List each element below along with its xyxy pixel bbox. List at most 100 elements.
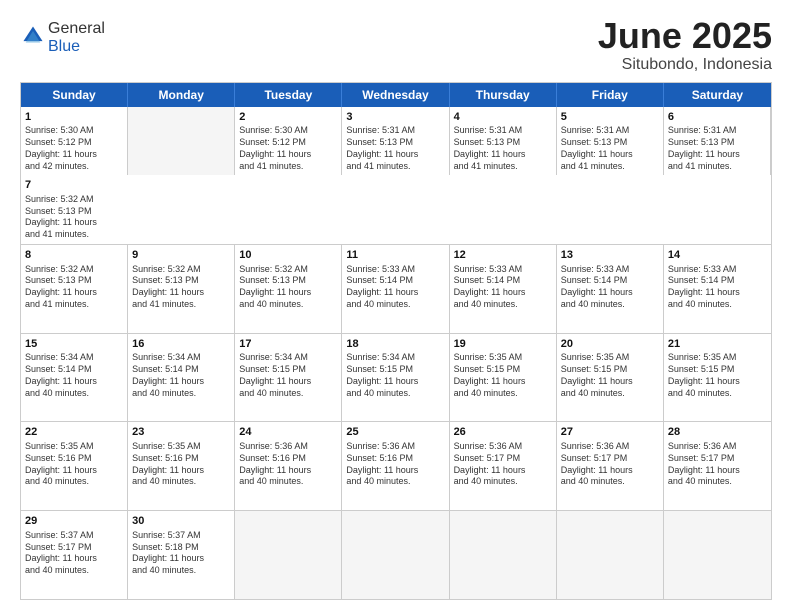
calendar-cell bbox=[450, 511, 557, 599]
calendar-cell: 25Sunrise: 5:36 AMSunset: 5:16 PMDayligh… bbox=[342, 422, 449, 510]
cell-day-info: Sunrise: 5:30 AMSunset: 5:12 PMDaylight:… bbox=[239, 125, 337, 172]
cell-day-info: Sunrise: 5:31 AMSunset: 5:13 PMDaylight:… bbox=[454, 125, 552, 172]
cell-day-number: 24 bbox=[239, 425, 337, 440]
cell-day-number: 15 bbox=[25, 337, 123, 352]
cell-day-info: Sunrise: 5:35 AMSunset: 5:15 PMDaylight:… bbox=[561, 352, 659, 399]
header-day-thursday: Thursday bbox=[450, 83, 557, 107]
cell-day-number: 21 bbox=[668, 337, 767, 352]
calendar-cell: 7Sunrise: 5:32 AMSunset: 5:13 PMDaylight… bbox=[21, 175, 128, 244]
cell-day-number: 22 bbox=[25, 425, 123, 440]
title-location: Situbondo, Indonesia bbox=[598, 56, 772, 74]
calendar-cell bbox=[557, 511, 664, 599]
calendar-cell: 8Sunrise: 5:32 AMSunset: 5:13 PMDaylight… bbox=[21, 245, 128, 333]
calendar-cell: 5Sunrise: 5:31 AMSunset: 5:13 PMDaylight… bbox=[557, 107, 664, 176]
calendar-cell: 19Sunrise: 5:35 AMSunset: 5:15 PMDayligh… bbox=[450, 334, 557, 422]
calendar-cell: 3Sunrise: 5:31 AMSunset: 5:13 PMDaylight… bbox=[342, 107, 449, 176]
cell-day-number: 5 bbox=[561, 110, 659, 125]
cell-day-info: Sunrise: 5:31 AMSunset: 5:13 PMDaylight:… bbox=[346, 125, 444, 172]
cell-day-number: 23 bbox=[132, 425, 230, 440]
calendar-row: 22Sunrise: 5:35 AMSunset: 5:16 PMDayligh… bbox=[21, 421, 771, 510]
cell-day-number: 11 bbox=[346, 248, 444, 263]
calendar-page: General Blue June 2025 Situbondo, Indone… bbox=[0, 0, 792, 612]
calendar-cell: 18Sunrise: 5:34 AMSunset: 5:15 PMDayligh… bbox=[342, 334, 449, 422]
cell-day-number: 13 bbox=[561, 248, 659, 263]
cell-day-info: Sunrise: 5:36 AMSunset: 5:17 PMDaylight:… bbox=[454, 441, 552, 488]
header: General Blue June 2025 Situbondo, Indone… bbox=[20, 16, 772, 74]
calendar-cell: 10Sunrise: 5:32 AMSunset: 5:13 PMDayligh… bbox=[235, 245, 342, 333]
calendar-cell: 4Sunrise: 5:31 AMSunset: 5:13 PMDaylight… bbox=[450, 107, 557, 176]
calendar-cell: 30Sunrise: 5:37 AMSunset: 5:18 PMDayligh… bbox=[128, 511, 235, 599]
calendar-row: 29Sunrise: 5:37 AMSunset: 5:17 PMDayligh… bbox=[21, 510, 771, 599]
calendar-cell: 9Sunrise: 5:32 AMSunset: 5:13 PMDaylight… bbox=[128, 245, 235, 333]
calendar-row: 1 Sunrise: 5:30 AMSunset: 5:12 PMDaylight… bbox=[21, 107, 771, 244]
cell-day-info: Sunrise: 5:35 AMSunset: 5:16 PMDaylight:… bbox=[25, 441, 123, 488]
cell-day-number: 1 bbox=[25, 110, 123, 125]
cell-day-number: 17 bbox=[239, 337, 337, 352]
header-day-friday: Friday bbox=[557, 83, 664, 107]
calendar-cell: 15Sunrise: 5:34 AMSunset: 5:14 PMDayligh… bbox=[21, 334, 128, 422]
cell-day-info: Sunrise: 5:31 AMSunset: 5:13 PMDaylight:… bbox=[561, 125, 659, 172]
cell-day-info: Sunrise: 5:36 AMSunset: 5:17 PMDaylight:… bbox=[668, 441, 767, 488]
calendar-cell: 6Sunrise: 5:31 AMSunset: 5:13 PMDaylight… bbox=[664, 107, 771, 176]
cell-day-info: Sunrise: 5:33 AMSunset: 5:14 PMDaylight:… bbox=[561, 264, 659, 311]
cell-day-info: Sunrise: 5:36 AMSunset: 5:16 PMDaylight:… bbox=[346, 441, 444, 488]
calendar-row: 8Sunrise: 5:32 AMSunset: 5:13 PMDaylight… bbox=[21, 244, 771, 333]
calendar: SundayMondayTuesdayWednesdayThursdayFrid… bbox=[20, 82, 772, 600]
calendar-cell: 29Sunrise: 5:37 AMSunset: 5:17 PMDayligh… bbox=[21, 511, 128, 599]
header-day-sunday: Sunday bbox=[21, 83, 128, 107]
calendar-cell: 21Sunrise: 5:35 AMSunset: 5:15 PMDayligh… bbox=[664, 334, 771, 422]
cell-day-info: Sunrise: 5:33 AMSunset: 5:14 PMDaylight:… bbox=[668, 264, 767, 311]
cell-day-info: Sunrise: 5:32 AMSunset: 5:13 PMDaylight:… bbox=[25, 264, 123, 311]
calendar-cell: 14Sunrise: 5:33 AMSunset: 5:14 PMDayligh… bbox=[664, 245, 771, 333]
calendar-cell: 24Sunrise: 5:36 AMSunset: 5:16 PMDayligh… bbox=[235, 422, 342, 510]
calendar-row: 15Sunrise: 5:34 AMSunset: 5:14 PMDayligh… bbox=[21, 333, 771, 422]
cell-day-number: 10 bbox=[239, 248, 337, 263]
calendar-cell: 17Sunrise: 5:34 AMSunset: 5:15 PMDayligh… bbox=[235, 334, 342, 422]
cell-day-info: Sunrise: 5:34 AMSunset: 5:15 PMDaylight:… bbox=[346, 352, 444, 399]
cell-day-info: Sunrise: 5:34 AMSunset: 5:14 PMDaylight:… bbox=[132, 352, 230, 399]
calendar-body: 1 Sunrise: 5:30 AMSunset: 5:12 PMDaylight… bbox=[21, 107, 771, 599]
calendar-cell: 1Sunrise: 5:30 AMSunset: 5:12 PMDaylight… bbox=[21, 107, 128, 176]
cell-day-number: 9 bbox=[132, 248, 230, 263]
cell-day-number: 19 bbox=[454, 337, 552, 352]
cell-day-number: 4 bbox=[454, 110, 552, 125]
logo-text: General Blue bbox=[48, 20, 105, 56]
cell-day-info: Sunrise: 5:32 AMSunset: 5:13 PMDaylight:… bbox=[25, 194, 124, 241]
cell-day-info: Sunrise: 5:35 AMSunset: 5:16 PMDaylight:… bbox=[132, 441, 230, 488]
cell-day-info: Sunrise: 5:35 AMSunset: 5:15 PMDaylight:… bbox=[454, 352, 552, 399]
title-block: June 2025 Situbondo, Indonesia bbox=[598, 16, 772, 74]
cell-day-number: 27 bbox=[561, 425, 659, 440]
cell-day-info: Sunrise: 5:31 AMSunset: 5:13 PMDaylight:… bbox=[668, 125, 766, 172]
cell-day-number: 30 bbox=[132, 514, 230, 529]
cell-day-number: 28 bbox=[668, 425, 767, 440]
cell-day-info: Sunrise: 5:34 AMSunset: 5:15 PMDaylight:… bbox=[239, 352, 337, 399]
calendar-cell: 16Sunrise: 5:34 AMSunset: 5:14 PMDayligh… bbox=[128, 334, 235, 422]
cell-day-number: 26 bbox=[454, 425, 552, 440]
cell-day-info: Sunrise: 5:34 AMSunset: 5:14 PMDaylight:… bbox=[25, 352, 123, 399]
cell-day-number: 6 bbox=[668, 110, 766, 125]
calendar-cell: 11Sunrise: 5:33 AMSunset: 5:14 PMDayligh… bbox=[342, 245, 449, 333]
cell-day-number: 18 bbox=[346, 337, 444, 352]
calendar-cell: 23Sunrise: 5:35 AMSunset: 5:16 PMDayligh… bbox=[128, 422, 235, 510]
header-day-tuesday: Tuesday bbox=[235, 83, 342, 107]
cell-day-number: 8 bbox=[25, 248, 123, 263]
cell-day-number: 16 bbox=[132, 337, 230, 352]
calendar-cell bbox=[128, 107, 235, 176]
cell-day-info: Sunrise: 5:36 AMSunset: 5:17 PMDaylight:… bbox=[561, 441, 659, 488]
calendar-cell: 20Sunrise: 5:35 AMSunset: 5:15 PMDayligh… bbox=[557, 334, 664, 422]
cell-day-number: 20 bbox=[561, 337, 659, 352]
cell-day-number: 7 bbox=[25, 178, 124, 193]
cell-day-info: Sunrise: 5:33 AMSunset: 5:14 PMDaylight:… bbox=[454, 264, 552, 311]
logo-icon bbox=[22, 25, 44, 47]
cell-day-info: Sunrise: 5:32 AMSunset: 5:13 PMDaylight:… bbox=[239, 264, 337, 311]
logo-blue: Blue bbox=[48, 38, 80, 55]
logo: General Blue bbox=[20, 20, 105, 56]
title-month: June 2025 bbox=[598, 16, 772, 56]
cell-day-number: 25 bbox=[346, 425, 444, 440]
cell-day-info: Sunrise: 5:33 AMSunset: 5:14 PMDaylight:… bbox=[346, 264, 444, 311]
calendar-cell: 26Sunrise: 5:36 AMSunset: 5:17 PMDayligh… bbox=[450, 422, 557, 510]
cell-day-number: 14 bbox=[668, 248, 767, 263]
logo-general: General bbox=[48, 20, 105, 37]
calendar-cell: 12Sunrise: 5:33 AMSunset: 5:14 PMDayligh… bbox=[450, 245, 557, 333]
cell-day-info: Sunrise: 5:32 AMSunset: 5:13 PMDaylight:… bbox=[132, 264, 230, 311]
